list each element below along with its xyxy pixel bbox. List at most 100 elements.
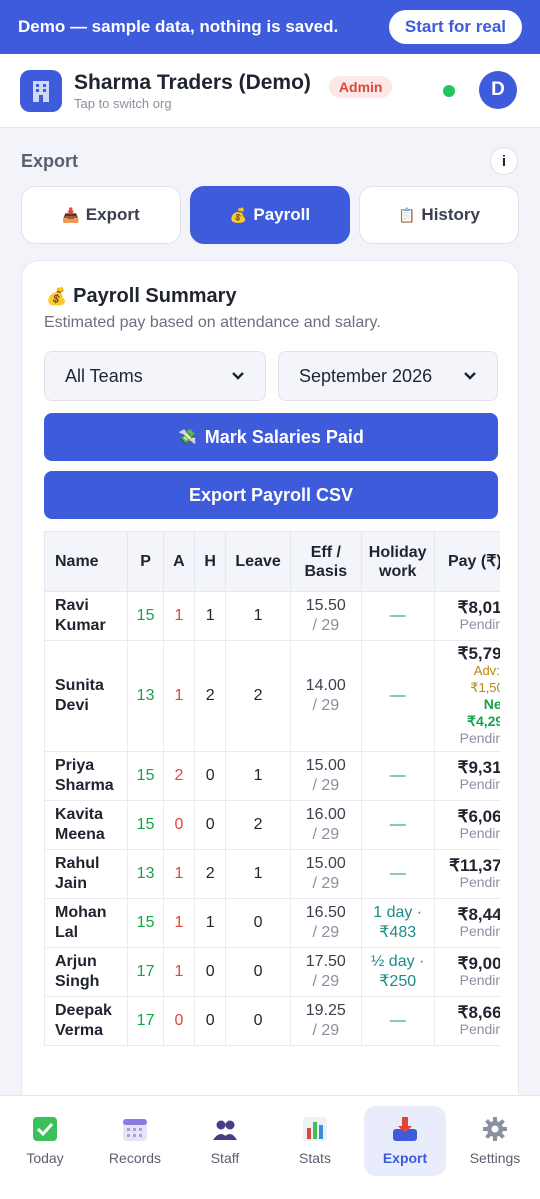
page-title: Export	[21, 151, 79, 171]
export-payroll-csv-button[interactable]: Export Payroll CSV	[44, 471, 498, 519]
check-box-icon	[33, 1117, 57, 1141]
effective-days: 16.50/ 29	[289, 898, 362, 948]
half-day-count: 2	[194, 640, 227, 752]
col-header-holiday-line2: work	[379, 562, 417, 580]
absent-count: 0	[162, 800, 196, 850]
holiday-work: —	[360, 640, 435, 752]
nav-staff[interactable]: Staff	[184, 1106, 266, 1176]
pay-amount: ₹8,448Pending	[433, 898, 500, 948]
col-header-eff-basis[interactable]: Eff / Basis	[289, 531, 362, 592]
table-row[interactable]: KavitaMeena1500216.00/ 29—₹6,069Pending	[44, 800, 500, 850]
chevron-down-icon	[232, 372, 244, 380]
effective-days: 17.50/ 29	[289, 947, 362, 997]
effective-days: 14.00/ 29	[289, 640, 362, 752]
table-row[interactable]: SunitaDevi1312214.00/ 29—₹5,793Adv: −₹1,…	[44, 640, 500, 752]
pay-status: Pending	[459, 730, 500, 746]
inbox-tray-icon	[393, 1117, 417, 1141]
building-icon[interactable]	[20, 69, 62, 112]
present-count: 15	[127, 800, 164, 850]
col-header-holiday-line1: Holiday	[368, 543, 427, 561]
holiday-work: 1 day · ₹483	[360, 898, 435, 948]
employee-name: Deepak Verma	[44, 996, 129, 1046]
org-switcher[interactable]: Sharma Traders (Demo) Tap to switch org	[74, 71, 311, 111]
money-wings-icon: 💸	[178, 429, 197, 446]
org-switch-hint: Tap to switch org	[74, 95, 172, 111]
table-row[interactable]: ArjunSingh1710017.50/ 29½ day ·₹250₹9,00…	[44, 947, 500, 997]
holiday-work: —	[360, 849, 435, 899]
table-row[interactable]: PriyaSharma1520115.00/ 29—₹9,310Pending	[44, 751, 500, 801]
payroll-table-scroll[interactable]: Name P A H Leave Eff / Basis Holiday work …	[44, 531, 500, 1119]
col-header-holiday-work[interactable]: Holiday work	[360, 531, 435, 592]
nav-records-label: Records	[108, 1150, 162, 1166]
pay-status: Pending	[459, 972, 500, 988]
avatar[interactable]: D	[479, 71, 517, 109]
present-count: 15	[127, 591, 164, 641]
half-day-count: 0	[194, 800, 227, 850]
effective-days: 15.00/ 29	[289, 849, 362, 899]
team-select-value: All Teams	[65, 365, 143, 386]
nav-today[interactable]: Today	[4, 1106, 86, 1176]
col-header-half[interactable]: H	[194, 531, 227, 592]
col-header-leave[interactable]: Leave	[225, 531, 291, 592]
absent-count: 1	[162, 591, 196, 641]
tab-history[interactable]: 📋 History	[359, 186, 519, 244]
net-pay: Net:₹4,293	[467, 696, 500, 729]
present-count: 17	[127, 947, 164, 997]
info-button[interactable]: i	[490, 147, 518, 175]
half-day-count: 1	[194, 898, 227, 948]
org-name: Sharma Traders (Demo)	[74, 70, 311, 94]
payroll-summary-subtitle: Estimated pay based on attendance and sa…	[44, 314, 381, 331]
effective-days: 15.00/ 29	[289, 751, 362, 801]
present-count: 13	[127, 849, 164, 899]
table-row[interactable]: RaviKumar1511115.50/ 29—₹8,017Pending	[44, 591, 500, 641]
nav-today-label: Today	[26, 1150, 64, 1166]
nav-records[interactable]: Records	[94, 1106, 176, 1176]
half-day-count: 0	[194, 751, 227, 801]
org-header: Sharma Traders (Demo) Tap to switch org …	[0, 54, 540, 128]
table-row[interactable]: MohanLal1511016.50/ 291 day ·₹483₹8,448P…	[44, 898, 500, 948]
half-day-count: 0	[194, 996, 227, 1046]
mark-salaries-paid-label: Mark Salaries Paid	[204, 426, 364, 447]
holiday-work: —	[360, 591, 435, 641]
pay-amount: ₹9,000Pending	[433, 947, 500, 997]
nav-stats[interactable]: Stats	[274, 1106, 356, 1176]
table-row[interactable]: RahulJain1312115.00/ 29—₹11,379Pending	[44, 849, 500, 899]
start-for-real-button[interactable]: Start for real	[388, 10, 522, 44]
employee-name: Ravi Kumar	[44, 591, 129, 641]
table-row[interactable]: DeepakVerma1700019.25/ 29—₹8,663Pending	[44, 996, 500, 1046]
employee-name: Priya Sharma	[44, 751, 129, 801]
leave-count: 0	[225, 898, 291, 948]
bar-chart-icon	[303, 1117, 327, 1141]
tab-payroll[interactable]: 💰 Payroll	[190, 186, 350, 244]
table-header-row: Name P A H Leave Eff / Basis Holiday work …	[44, 531, 500, 592]
ledger-icon: 📋	[397, 206, 416, 223]
leave-count: 1	[225, 849, 291, 899]
holiday-work: —	[360, 996, 435, 1046]
nav-export[interactable]: Export	[364, 1106, 446, 1176]
chevron-down-icon	[464, 372, 476, 380]
half-day-count: 2	[194, 849, 227, 899]
pay-amount: ₹9,310Pending	[433, 751, 500, 801]
col-header-absent[interactable]: A	[162, 531, 196, 592]
leave-count: 0	[225, 996, 291, 1046]
tab-export[interactable]: 📥 Export	[21, 186, 181, 244]
col-header-eff-line1: Eff /	[310, 543, 341, 561]
col-header-eff-line2: Basis	[304, 562, 348, 580]
present-count: 13	[127, 640, 164, 752]
nav-settings[interactable]: Settings	[454, 1106, 536, 1176]
col-header-present[interactable]: P	[127, 531, 164, 592]
month-select[interactable]: September 2026	[278, 351, 498, 401]
present-count: 15	[127, 751, 164, 801]
leave-count: 2	[225, 800, 291, 850]
absent-count: 2	[162, 751, 196, 801]
payroll-summary-title-text: Payroll Summary	[73, 285, 237, 307]
team-select[interactable]: All Teams	[44, 351, 266, 401]
col-header-name[interactable]: Name	[44, 531, 129, 592]
leave-count: 1	[225, 591, 291, 641]
pay-amount: ₹8,017Pending	[433, 591, 500, 641]
present-count: 15	[127, 898, 164, 948]
col-header-pay[interactable]: Pay (₹)	[433, 531, 500, 592]
mark-salaries-paid-button[interactable]: 💸 Mark Salaries Paid	[44, 413, 498, 461]
pay-status: Pending	[459, 776, 500, 792]
employee-name: Sunita Devi	[44, 640, 129, 752]
